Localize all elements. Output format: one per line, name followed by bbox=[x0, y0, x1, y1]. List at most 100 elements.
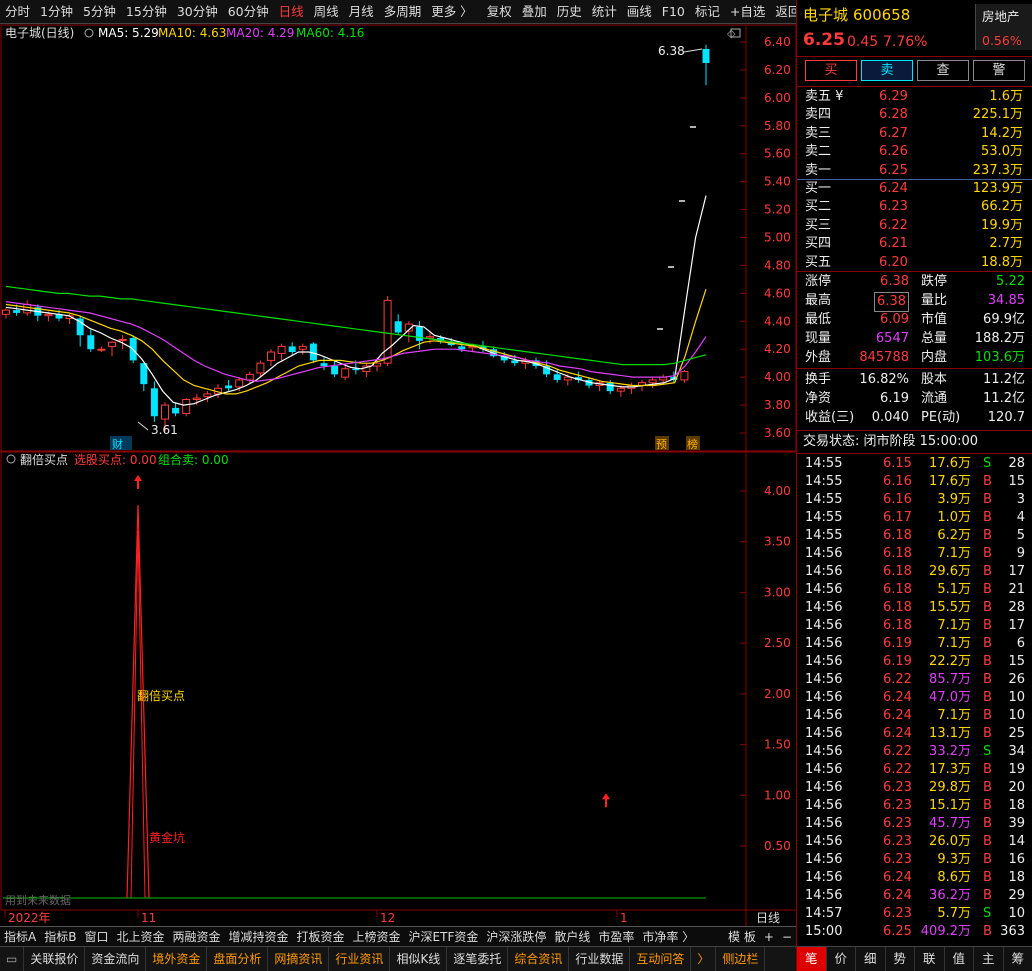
svg-text:榜: 榜 bbox=[687, 437, 698, 451]
panel-icon[interactable]: ▭ bbox=[0, 947, 25, 971]
tick-volume: 33.2万 bbox=[929, 744, 971, 759]
period-tab-9[interactable]: 多周期 bbox=[379, 0, 427, 24]
chart-area[interactable]: 6.40 6.20 6.00 5.80 5.60 5.40 5.20 5.00 4.80 4.60… bbox=[0, 24, 796, 926]
query-button[interactable]: 查 bbox=[917, 60, 969, 81]
tool-button-4[interactable]: 画线 bbox=[622, 0, 657, 24]
indicator-tab-9[interactable]: 沪深涨跌停 bbox=[482, 927, 550, 947]
indicator-tab-11[interactable]: 市盈率 bbox=[594, 927, 638, 947]
alert-button[interactable]: 警 bbox=[973, 60, 1025, 81]
bottom-tab-5[interactable]: 行业资讯 bbox=[329, 947, 391, 971]
tick-price: 6.23 bbox=[883, 852, 912, 867]
order-book-row[interactable]: 卖一 6.25 237.3万 bbox=[797, 162, 1032, 180]
indicator-tick-label: 2.00 bbox=[764, 687, 791, 701]
period-tab-6[interactable]: 日线 bbox=[274, 0, 309, 24]
tool-button-1[interactable]: 叠加 bbox=[517, 0, 552, 24]
quote-tab-0[interactable]: 笔 bbox=[797, 947, 827, 971]
tool-button-6[interactable]: 标记 bbox=[690, 0, 725, 24]
sell-button[interactable]: 卖 bbox=[861, 60, 913, 81]
bottom-tab-9[interactable]: 行业数据 bbox=[569, 947, 631, 971]
book-label: 卖四 bbox=[805, 107, 832, 123]
quote-tab-2[interactable]: 细 bbox=[856, 947, 886, 971]
quote-tab-6[interactable]: 主 bbox=[974, 947, 1004, 971]
order-book-row[interactable]: 卖二 6.26 53.0万 bbox=[797, 143, 1032, 161]
period-tab-3[interactable]: 15分钟 bbox=[121, 0, 172, 24]
bottom-tab-4[interactable]: 网摘资讯 bbox=[268, 947, 330, 971]
event-marker-bang[interactable]: 榜 bbox=[686, 436, 700, 451]
tick-time: 14:56 bbox=[805, 870, 843, 885]
indicator-tab-1[interactable]: 指标B bbox=[40, 927, 80, 947]
tick-count: 5 bbox=[1016, 528, 1025, 543]
tool-button-7[interactable]: +自选 bbox=[725, 0, 770, 24]
tick-side: B bbox=[983, 636, 992, 651]
price-tick-label: 4.80 bbox=[764, 258, 791, 272]
event-marker-cai[interactable]: 财 bbox=[110, 436, 132, 451]
tool-button-0[interactable]: 复权 bbox=[482, 0, 517, 24]
tick-row: 14:56 6.22 17.3万 B 19 bbox=[797, 761, 1032, 779]
period-tab-5[interactable]: 60分钟 bbox=[223, 0, 274, 24]
tick-price: 6.24 bbox=[883, 690, 912, 705]
indicator-tab-7[interactable]: 上榜资金 bbox=[349, 927, 405, 947]
indicator-tab-3[interactable]: 北上资金 bbox=[112, 927, 168, 947]
indicator-tab-15[interactable]: − bbox=[778, 927, 796, 947]
period-tab-8[interactable]: 月线 bbox=[344, 0, 379, 24]
order-book-row[interactable]: 卖五 ¥ 6.29 1.6万 bbox=[797, 88, 1032, 106]
book-volume: 14.2万 bbox=[981, 125, 1023, 141]
order-book-row[interactable]: 买三 6.22 19.9万 bbox=[797, 217, 1032, 235]
period-tab-2[interactable]: 5分钟 bbox=[78, 0, 121, 24]
quote-tab-7[interactable]: 筹 bbox=[1004, 947, 1032, 971]
period-tab-0[interactable]: 分时 bbox=[0, 0, 35, 24]
quote-tab-5[interactable]: 值 bbox=[945, 947, 974, 971]
indicator-tab-12[interactable]: 市净率 〉 bbox=[638, 927, 698, 947]
order-book-row[interactable]: 买四 6.21 2.7万 bbox=[797, 235, 1032, 253]
buy-button[interactable]: 买 bbox=[805, 60, 857, 81]
tick-count: 10 bbox=[1008, 690, 1025, 705]
quote-tab-3[interactable]: 势 bbox=[886, 947, 915, 971]
bottom-tab-12[interactable]: 侧边栏 bbox=[716, 947, 766, 971]
bottom-tab-2[interactable]: 境外资金 bbox=[146, 947, 208, 971]
indicator-tab-5[interactable]: 增减持资金 bbox=[225, 927, 293, 947]
tool-button-5[interactable]: F10 bbox=[657, 0, 690, 24]
bottom-tab-3[interactable]: 盘面分析 bbox=[207, 947, 269, 971]
period-tab-10[interactable]: 更多 〉 bbox=[426, 0, 477, 24]
order-book-row[interactable]: 卖三 6.27 14.2万 bbox=[797, 125, 1032, 143]
tool-button-3[interactable]: 统计 bbox=[587, 0, 622, 24]
bottom-tab-8[interactable]: 综合资讯 bbox=[508, 947, 570, 971]
order-book-row[interactable]: 买五 6.20 18.8万 bbox=[797, 254, 1032, 272]
tick-side: B bbox=[983, 510, 992, 525]
label-gold-pit: 黄金坑 bbox=[149, 830, 185, 845]
quote-tab-4[interactable]: 联 bbox=[915, 947, 945, 971]
book-label: 卖三 bbox=[805, 125, 832, 141]
indicator-tab-13[interactable]: 模 板 bbox=[724, 927, 760, 947]
indicator-tab-4[interactable]: 两融资金 bbox=[168, 927, 224, 947]
indicator-tab-0[interactable]: 指标A bbox=[0, 927, 40, 947]
tool-button-2[interactable]: 历史 bbox=[552, 0, 587, 24]
tick-row: 14:55 6.18 6.2万 B 5 bbox=[797, 527, 1032, 545]
bottom-tab-6[interactable]: 相似K线 bbox=[390, 947, 448, 971]
indicator-tab-8[interactable]: 沪深ETF资金 bbox=[405, 927, 483, 947]
indicator-tab-6[interactable]: 打板资金 bbox=[293, 927, 349, 947]
order-book-row[interactable]: 卖四 6.28 225.1万 bbox=[797, 106, 1032, 124]
period-tab-4[interactable]: 30分钟 bbox=[172, 0, 223, 24]
tick-volume: 6.2万 bbox=[937, 528, 971, 543]
period-tab-7[interactable]: 周线 bbox=[309, 0, 344, 24]
period-indicator[interactable]: 日线 bbox=[756, 911, 780, 925]
tick-time: 14:56 bbox=[805, 672, 843, 687]
indicator-tab-10[interactable]: 散户线 bbox=[550, 927, 594, 947]
quote-tab-1[interactable]: 价 bbox=[827, 947, 856, 971]
bottom-tab-7[interactable]: 逐笔委托 bbox=[447, 947, 509, 971]
ma-legend-3: MA60: 4.16 bbox=[296, 26, 364, 40]
stat-label: 流通 bbox=[921, 391, 948, 406]
bottom-tab-0[interactable]: 关联报价 bbox=[24, 947, 86, 971]
book-price: 6.25 bbox=[879, 162, 908, 178]
event-marker-yu[interactable]: 预 bbox=[655, 436, 669, 451]
bottom-tab-10[interactable]: 互动问答 bbox=[630, 947, 692, 971]
order-book-row[interactable]: 买二 6.23 66.2万 bbox=[797, 198, 1032, 216]
order-book-row[interactable]: 买一 6.24 123.9万 bbox=[797, 180, 1032, 198]
period-tab-1[interactable]: 1分钟 bbox=[35, 0, 78, 24]
bottom-tab-11[interactable]: 〉 bbox=[691, 947, 717, 971]
tick-row: 14:56 6.23 29.8万 B 20 bbox=[797, 779, 1032, 797]
bottom-tab-1[interactable]: 资金流向 bbox=[85, 947, 147, 971]
indicator-tab-2[interactable]: 窗口 bbox=[80, 927, 112, 947]
indicator-tab-14[interactable]: + bbox=[760, 927, 778, 947]
tick-price: 6.16 bbox=[883, 474, 912, 489]
